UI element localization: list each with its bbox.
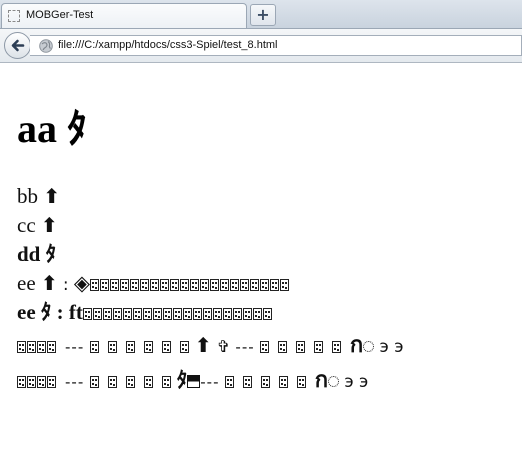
trailing-glyphs: э э (379, 337, 404, 357)
separator: : (62, 275, 69, 295)
cross-icon: ✞ (216, 337, 231, 356)
symbol-row-2: --- ﾀ --- ก э э (17, 368, 368, 394)
hex-box-run (259, 333, 350, 357)
glyph-char: ﾀ (40, 300, 52, 324)
hex-box-run (90, 271, 290, 295)
glyph-char: ﾀ (176, 368, 188, 392)
text-line-cc: cc ⬆ (17, 213, 58, 237)
up-arrow-icon: ⬆ (194, 333, 212, 357)
thai-letter: ก (349, 333, 364, 358)
thai-letter: ก (314, 368, 329, 393)
text-line-ee-1: ee ⬆ : ◈ (17, 271, 290, 297)
hex-box-run (17, 333, 65, 357)
heading-glyph: ﾀ (67, 106, 87, 151)
hex-box-run (89, 368, 172, 392)
address-bar[interactable]: file:///C:/xampp/htdocs/css3-Spiel/test_… (30, 35, 522, 56)
dash-separator: --- (235, 338, 255, 356)
tab-title: MOBGer-Test (26, 9, 94, 21)
diamond-icon: ◈ (73, 271, 91, 295)
ligature-text: ft (68, 300, 83, 324)
line-text: dd (17, 242, 41, 266)
dotted-circle-icon (363, 341, 375, 352)
up-arrow-icon: ⬆ (43, 184, 61, 208)
hex-box-run (82, 300, 273, 324)
trailing-glyphs: э э (344, 372, 369, 392)
tab-active[interactable]: MOBGer-Test (1, 3, 247, 28)
text-line-ee-2: ee ﾀ : ft (17, 300, 273, 324)
glyph-char: ﾀ (45, 242, 57, 266)
page-heading: aa ﾀ (17, 106, 87, 152)
hex-box-run (89, 333, 190, 357)
text-line-bb: bb ⬆ (17, 184, 60, 208)
back-arrow-icon (11, 39, 25, 52)
page-content: aa ﾀ bb ⬆ cc ⬆ dd ﾀ ee ⬆ : ◈ ee ﾀ : ft -… (0, 63, 522, 466)
dash-separator: --- (65, 373, 85, 391)
tab-strip: MOBGer-Test + (0, 0, 522, 29)
new-tab-button[interactable]: + (250, 4, 276, 26)
dash-separator: --- (65, 338, 85, 356)
separator: : (56, 300, 64, 324)
dash-separator: --- (200, 373, 220, 391)
line-text: ee (17, 271, 36, 295)
blank-page-icon (8, 10, 20, 22)
navigation-toolbar: file:///C:/xampp/htdocs/css3-Spiel/test_… (0, 29, 522, 63)
line-text: bb (17, 184, 38, 208)
up-arrow-icon: ⬆ (40, 213, 58, 237)
up-arrow-icon: ⬆ (40, 271, 58, 295)
line-text: cc (17, 213, 36, 237)
plus-icon: + (256, 5, 270, 24)
globe-icon (39, 39, 53, 53)
text-line-dd: dd ﾀ (17, 242, 56, 266)
half-filled-square-icon (187, 375, 201, 388)
hex-box-run (17, 368, 65, 392)
line-text: ee (17, 300, 36, 324)
url-text: file:///C:/xampp/htdocs/css3-Spiel/test_… (58, 39, 278, 51)
back-button[interactable] (4, 32, 31, 59)
symbol-row-1: --- ⬆ ✞ --- ก э э (17, 333, 404, 359)
heading-text: aa (17, 106, 57, 151)
dotted-circle-icon (328, 376, 340, 387)
hex-box-run (224, 368, 315, 392)
